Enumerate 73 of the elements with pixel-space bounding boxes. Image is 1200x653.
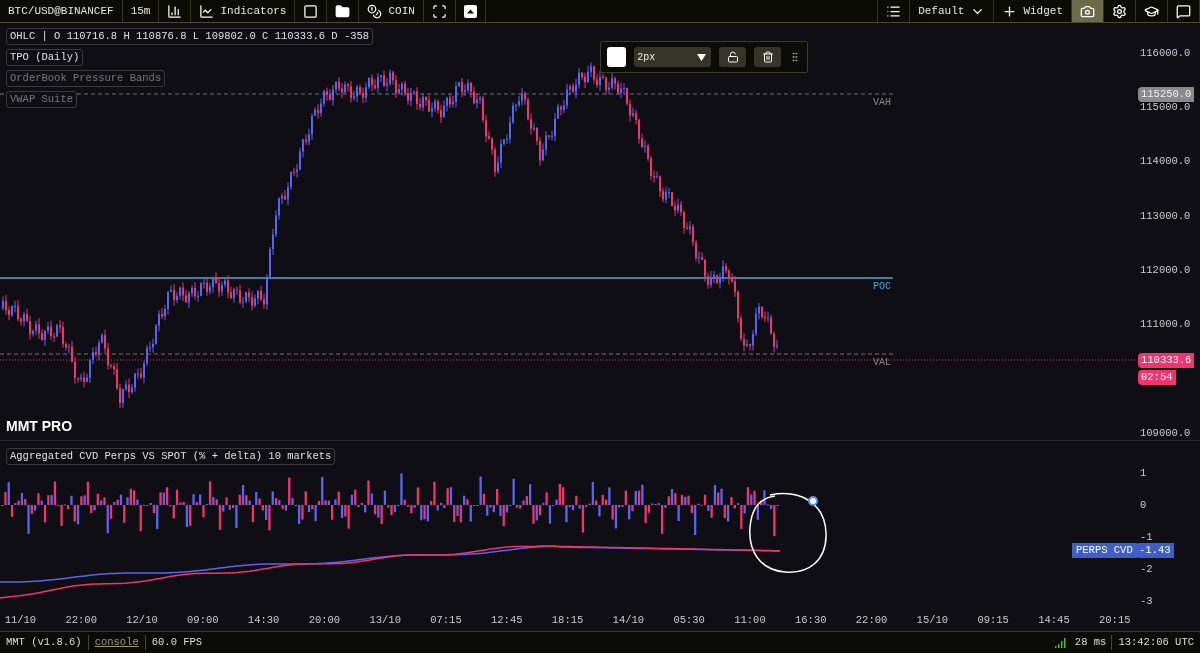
level-label: POC <box>873 280 891 294</box>
value-tick: -1 <box>1140 530 1153 545</box>
version-label: MMT (v1.8.6) <box>0 634 89 651</box>
folder-icon <box>335 3 351 19</box>
price-tick: 113000.0 <box>1140 209 1191 224</box>
price-tick: 109000.0 <box>1140 426 1191 441</box>
legend-label[interactable]: TPO (Daily) <box>6 49 84 66</box>
console-link[interactable]: console <box>88 634 146 651</box>
toolbar-button[interactable] <box>1072 0 1104 22</box>
price-badge: 115250.0 <box>1138 87 1195 102</box>
level-label: VAH <box>873 96 891 110</box>
signal-icon <box>1054 637 1066 648</box>
value-badge: -1.43 <box>1136 543 1174 558</box>
time-tick: 11:00 <box>733 612 767 628</box>
annotation-handle[interactable] <box>808 496 818 506</box>
series-label: PERPS CVD <box>1072 543 1137 558</box>
time-tick: 12:45 <box>490 612 524 628</box>
line-chart-icon <box>199 3 215 19</box>
time-tick: 20:15 <box>1098 612 1132 628</box>
time-tick: 09:15 <box>976 612 1010 628</box>
time-tick: 12/10 <box>125 612 159 628</box>
time-tick: 22:00 <box>854 612 889 628</box>
time-tick: 15/10 <box>915 612 950 628</box>
fullscreen-icon <box>431 3 447 19</box>
value-tick: -3 <box>1140 594 1153 609</box>
camera-icon <box>1080 3 1095 19</box>
time-tick: 22:00 <box>64 612 98 628</box>
price-tick: 111000.0 <box>1140 317 1191 332</box>
legend-label[interactable]: VWAP Suite <box>6 91 77 108</box>
time-tick: 05:30 <box>672 612 706 628</box>
list-icon <box>886 3 902 19</box>
price-badge: 110333.6 <box>1138 353 1195 368</box>
logo: MMT PRO <box>6 417 73 436</box>
time-tick: 18:15 <box>550 612 585 628</box>
square-icon <box>303 3 319 19</box>
indicator-title: Aggregated CVD Perps VS SPOT (% + delta) 10 markets <box>6 448 336 465</box>
delete-button[interactable] <box>754 47 782 67</box>
upload-icon <box>463 4 477 18</box>
price-tick: 112000.0 <box>1140 263 1191 278</box>
time-tick: 14/10 <box>611 612 646 628</box>
latency-label: 28 ms <box>1069 634 1113 651</box>
value-tick: 1 <box>1140 466 1147 481</box>
time-tick: 11/10 <box>3 612 38 628</box>
time-tick: 14:30 <box>246 612 281 628</box>
time-tick: 07:15 <box>429 612 463 628</box>
legend-label[interactable]: OrderBook Pressure Bands <box>6 70 166 87</box>
plus-icon <box>1002 3 1018 19</box>
time-tick: 20:00 <box>307 612 342 628</box>
time-tick: 13/10 <box>368 612 402 628</box>
time-tick: 16:30 <box>794 612 828 628</box>
price-tick: 116000.0 <box>1140 46 1191 61</box>
settings-icon <box>1112 3 1127 19</box>
coin-icon <box>367 3 383 19</box>
price-badge: 02:54 <box>1138 370 1176 385</box>
color-swatch[interactable] <box>607 47 627 67</box>
price-tick: 114000.0 <box>1140 154 1191 169</box>
time-tick: 14:45 <box>1037 612 1071 628</box>
trash-icon <box>761 51 774 63</box>
level-label: VAL <box>873 356 891 370</box>
fps-label: 60.0 FPS <box>150 634 204 650</box>
clock-label: 13:42:06 UTC <box>1117 634 1195 650</box>
value-tick: 0 <box>1140 498 1147 513</box>
dropdown-triangle-icon <box>697 53 707 61</box>
time-tick: 09:00 <box>186 612 220 628</box>
legend-label[interactable]: OHLC | O 110716.8 H 110876.8 L 109802.0 C 110333.6 D -358 <box>6 28 374 45</box>
line-width-select[interactable]: 2px <box>634 47 712 67</box>
graduation-cap-icon <box>1144 3 1159 19</box>
price-tick: 115000.0 <box>1140 100 1191 115</box>
chat-icon <box>1176 3 1191 19</box>
lock-button[interactable] <box>719 47 747 67</box>
bar-chart-icon <box>167 3 183 19</box>
value-tick: -2 <box>1140 562 1153 577</box>
unlock-icon <box>726 51 739 63</box>
